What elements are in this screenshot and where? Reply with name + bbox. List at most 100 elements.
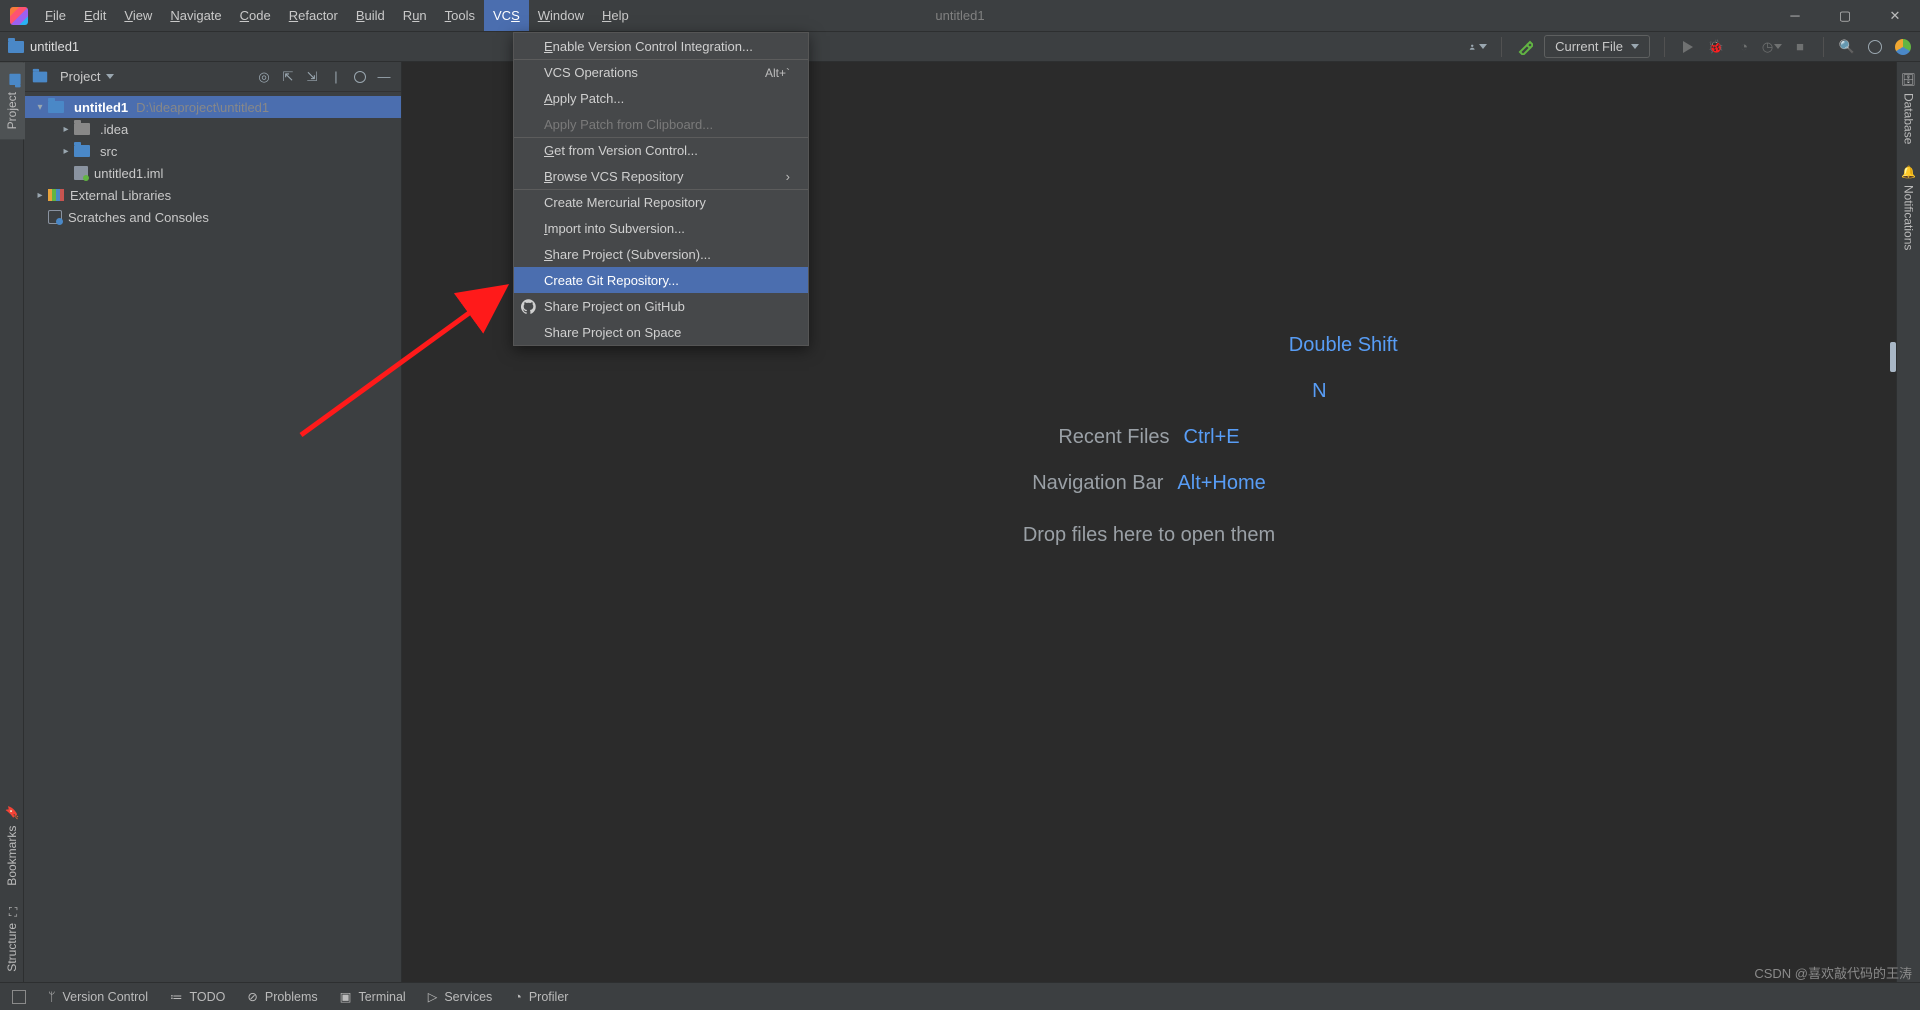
menu-refactor[interactable]: Refactor bbox=[280, 0, 347, 31]
vcs-share-space[interactable]: Share Project on Space bbox=[514, 319, 808, 345]
breadcrumb[interactable]: untitled1 bbox=[30, 39, 79, 54]
expand-arrow-icon[interactable]: ▾ bbox=[32, 102, 48, 113]
hint-drop-files: Drop files here to open them bbox=[1023, 524, 1275, 546]
structure-icon: ⛶ bbox=[5, 905, 19, 917]
locate-icon[interactable]: ◎ bbox=[255, 68, 273, 86]
workspace: Project Bookmarks 🔖 Structure ⛶ Project … bbox=[0, 62, 1920, 982]
hint-recent: Recent Files bbox=[1058, 414, 1169, 460]
tool-tab-project[interactable]: Project bbox=[0, 62, 25, 139]
hint-navbar: Navigation Bar bbox=[1032, 460, 1163, 506]
panel-settings-icon[interactable] bbox=[351, 68, 369, 86]
stop-button[interactable]: ■ bbox=[1791, 38, 1809, 56]
separator bbox=[1823, 37, 1824, 57]
menu-run[interactable]: Run bbox=[394, 0, 436, 31]
add-user-icon[interactable] bbox=[1469, 38, 1487, 56]
vcs-apply-patch[interactable]: Apply Patch... bbox=[514, 85, 808, 111]
menu-file[interactable]: File bbox=[36, 0, 75, 31]
tree-root[interactable]: ▾ untitled1 D:\ideaproject\untitled1 bbox=[24, 96, 401, 118]
project-panel-header: Project ◎ ⇱ ⇲ | — bbox=[24, 62, 401, 92]
project-panel-title[interactable]: Project bbox=[60, 69, 100, 84]
github-icon bbox=[520, 298, 536, 314]
vcs-create-hg[interactable]: Create Mercurial Repository bbox=[514, 189, 808, 215]
settings-gear-icon[interactable] bbox=[1866, 38, 1884, 56]
menu-navigate[interactable]: Navigate bbox=[161, 0, 230, 31]
window-controls: ─ ▢ ✕ bbox=[1770, 0, 1920, 32]
project-tool-window: Project ◎ ⇱ ⇲ | — ▾ untitled1 D:\ideapro… bbox=[24, 62, 402, 982]
tree-scratches[interactable]: Scratches and Consoles bbox=[24, 206, 401, 228]
problems-icon: ⊘ bbox=[247, 989, 257, 1004]
menu-build[interactable]: Build bbox=[347, 0, 394, 31]
expand-arrow-icon[interactable]: ▸ bbox=[58, 146, 74, 157]
status-services[interactable]: ▷Services bbox=[428, 989, 493, 1004]
vcs-share-svn[interactable]: Share Project (Subversion)... bbox=[514, 241, 808, 267]
menu-tools[interactable]: Tools bbox=[436, 0, 484, 31]
separator bbox=[1664, 37, 1665, 57]
folder-icon bbox=[8, 41, 24, 53]
iml-file-icon bbox=[74, 166, 88, 180]
tree-folder-src[interactable]: ▸ src bbox=[24, 140, 401, 162]
watermark: CSDN @喜欢敲代码的王涛 bbox=[1754, 963, 1912, 982]
bell-icon: 🔔 bbox=[1902, 165, 1916, 180]
minimize-button[interactable]: ─ bbox=[1770, 0, 1820, 32]
status-version-control[interactable]: ᛘVersion Control bbox=[48, 990, 148, 1004]
title-bar: File Edit View Navigate Code Refactor Bu… bbox=[0, 0, 1920, 32]
chevron-down-icon[interactable] bbox=[106, 74, 114, 79]
vcs-get-from-vcs[interactable]: Get from Version Control... bbox=[514, 137, 808, 163]
hint-goto-key: N bbox=[1312, 368, 1326, 414]
tree-external-libraries[interactable]: ▸ External Libraries bbox=[24, 184, 401, 206]
status-problems[interactable]: ⊘Problems bbox=[247, 989, 317, 1004]
tool-tab-bookmarks[interactable]: Bookmarks 🔖 bbox=[2, 795, 22, 896]
vcs-share-github[interactable]: Share Project on GitHub bbox=[514, 293, 808, 319]
toggle-tool-windows-icon[interactable] bbox=[12, 990, 26, 1004]
module-folder-icon bbox=[48, 101, 64, 113]
chevron-down-icon bbox=[1631, 44, 1639, 49]
vcs-apply-patch-clipboard: Apply Patch from Clipboard... bbox=[514, 111, 808, 137]
folder-icon bbox=[9, 73, 20, 84]
menu-view[interactable]: View bbox=[115, 0, 161, 31]
tree-file-iml[interactable]: untitled1.iml bbox=[24, 162, 401, 184]
tree-folder-idea[interactable]: ▸ .idea bbox=[24, 118, 401, 140]
code-with-me-icon[interactable] bbox=[1894, 38, 1912, 56]
run-button[interactable] bbox=[1679, 38, 1697, 56]
status-todo[interactable]: ≔TODO bbox=[170, 989, 225, 1004]
status-terminal[interactable]: ▣Terminal bbox=[340, 989, 406, 1004]
profiler-icon: ◔ bbox=[514, 990, 522, 1004]
profile-button[interactable]: ◷ bbox=[1763, 38, 1781, 56]
bookmark-icon: 🔖 bbox=[5, 805, 19, 820]
coverage-button[interactable]: ◔ bbox=[1735, 38, 1753, 56]
submenu-arrow-icon: › bbox=[786, 169, 790, 184]
vcs-enable-integration[interactable]: Enable Version Control Integration... bbox=[514, 33, 808, 59]
expand-all-icon[interactable]: ⇱ bbox=[279, 68, 297, 86]
run-config-combo[interactable]: Current File bbox=[1544, 35, 1650, 58]
menu-vcs[interactable]: VCS bbox=[484, 0, 529, 31]
status-profiler[interactable]: ◔Profiler bbox=[514, 990, 568, 1004]
source-folder-icon bbox=[74, 145, 90, 157]
vcs-menu-popup: Enable Version Control Integration... VC… bbox=[513, 32, 809, 346]
menu-edit[interactable]: Edit bbox=[75, 0, 115, 31]
window-title: untitled1 bbox=[935, 8, 984, 23]
search-everywhere-icon[interactable]: 🔍 bbox=[1838, 38, 1856, 56]
expand-arrow-icon[interactable]: ▸ bbox=[58, 124, 74, 135]
libraries-icon bbox=[48, 189, 64, 201]
vcs-import-svn[interactable]: Import into Subversion... bbox=[514, 215, 808, 241]
database-icon: 🗄 bbox=[1902, 72, 1916, 87]
menu-window[interactable]: Window bbox=[529, 0, 593, 31]
vcs-operations[interactable]: VCS OperationsAlt+` bbox=[514, 59, 808, 85]
hide-panel-icon[interactable]: — bbox=[375, 68, 393, 86]
menu-help[interactable]: Help bbox=[593, 0, 638, 31]
maximize-button[interactable]: ▢ bbox=[1820, 0, 1870, 32]
debug-button[interactable]: 🐞 bbox=[1707, 38, 1725, 56]
hint-search-key: Double Shift bbox=[1289, 322, 1398, 368]
project-tree[interactable]: ▾ untitled1 D:\ideaproject\untitled1 ▸ .… bbox=[24, 92, 401, 232]
right-gutter: 🗄 Database 🔔 Notifications bbox=[1896, 62, 1920, 982]
close-button[interactable]: ✕ bbox=[1870, 0, 1920, 32]
build-hammer-icon[interactable] bbox=[1516, 38, 1534, 56]
expand-arrow-icon[interactable]: ▸ bbox=[32, 190, 48, 201]
vcs-create-git-repo[interactable]: Create Git Repository... bbox=[514, 267, 808, 293]
menu-code[interactable]: Code bbox=[231, 0, 280, 31]
tool-tab-notifications[interactable]: 🔔 Notifications bbox=[1899, 155, 1919, 261]
tool-tab-structure[interactable]: Structure ⛶ bbox=[2, 895, 22, 982]
vcs-browse-repo[interactable]: Browse VCS Repository› bbox=[514, 163, 808, 189]
tool-tab-database[interactable]: 🗄 Database bbox=[1899, 62, 1919, 155]
collapse-all-icon[interactable]: ⇲ bbox=[303, 68, 321, 86]
